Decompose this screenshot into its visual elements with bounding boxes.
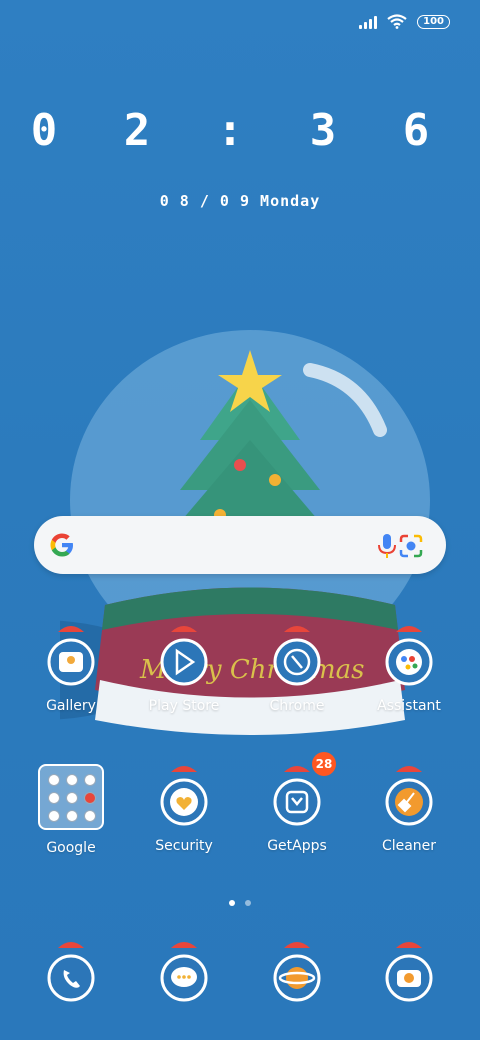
chrome-icon bbox=[262, 622, 332, 692]
app-assistant[interactable]: Assistant bbox=[354, 622, 464, 714]
messages-icon bbox=[149, 938, 219, 1008]
google-g-icon bbox=[50, 533, 73, 557]
camera-icon bbox=[374, 938, 444, 1008]
cleaner-icon bbox=[374, 762, 444, 832]
dock-messages[interactable] bbox=[129, 938, 239, 1008]
clock-date[interactable]: 0 8 / 0 9 Monday bbox=[0, 192, 480, 210]
phone-icon bbox=[36, 938, 106, 1008]
google-search-bar[interactable] bbox=[34, 516, 446, 574]
browser-icon bbox=[262, 938, 332, 1008]
app-label: Google bbox=[46, 840, 96, 856]
battery-indicator: 100 bbox=[417, 14, 450, 29]
app-label: Cleaner bbox=[381, 838, 437, 854]
app-chrome[interactable]: Chrome bbox=[242, 622, 352, 714]
app-label: Play Store bbox=[148, 698, 220, 714]
folder-icon bbox=[36, 764, 106, 834]
dock-phone[interactable] bbox=[16, 938, 126, 1008]
app-label: Assistant bbox=[377, 698, 441, 714]
security-icon bbox=[149, 762, 219, 832]
getapps-icon: 28 bbox=[262, 752, 336, 832]
dock-browser[interactable] bbox=[242, 938, 352, 1008]
notification-badge: 28 bbox=[312, 752, 336, 776]
signal-icon bbox=[359, 15, 378, 29]
app-label: GetApps bbox=[267, 838, 327, 854]
voice-search-icon[interactable] bbox=[374, 532, 400, 560]
app-getapps[interactable]: 28 GetApps bbox=[242, 752, 352, 854]
app-gallery[interactable]: Gallery bbox=[16, 622, 126, 714]
assistant-icon bbox=[374, 622, 444, 692]
folder-google[interactable]: Google bbox=[16, 762, 126, 856]
wifi-icon bbox=[387, 14, 407, 29]
app-label: Security bbox=[155, 838, 213, 854]
google-lens-icon[interactable] bbox=[398, 533, 424, 559]
play-store-icon bbox=[149, 622, 219, 692]
app-cleaner[interactable]: Cleaner bbox=[354, 762, 464, 854]
gallery-icon bbox=[36, 622, 106, 692]
app-label: Chrome bbox=[269, 698, 325, 714]
status-bar: 100 bbox=[359, 14, 450, 29]
page-indicator[interactable] bbox=[0, 900, 480, 906]
app-label: Gallery bbox=[46, 698, 96, 714]
app-security[interactable]: Security bbox=[129, 762, 239, 854]
clock-time[interactable]: 0 2 : 3 6 bbox=[0, 105, 480, 156]
dock-camera[interactable] bbox=[354, 938, 464, 1008]
app-play-store[interactable]: Play Store bbox=[129, 622, 239, 714]
